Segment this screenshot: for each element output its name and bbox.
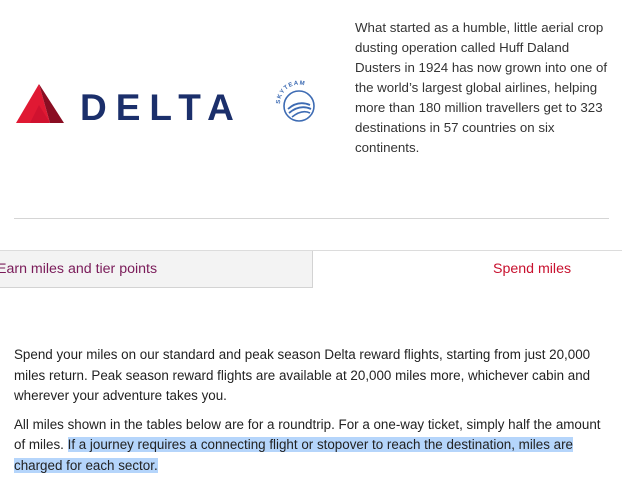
delta-skyteam-logo: DELTA SKYTEAM (14, 78, 324, 134)
skyteam-icon: SKYTEAM (276, 80, 315, 122)
roundtrip-paragraph: All miles shown in the tables below are … (14, 415, 612, 477)
delta-wordmark: DELTA (80, 87, 243, 128)
spend-miles-paragraph: Spend your miles on our standard and pea… (14, 347, 591, 403)
svg-text:SKYTEAM: SKYTEAM (276, 80, 306, 104)
tab-spend-miles[interactable]: Spend miles (313, 251, 622, 288)
tab-earn-miles[interactable]: Earn miles and tier points (0, 251, 313, 288)
selected-text: If a journey requires a connecting fligh… (14, 437, 573, 473)
miles-tabs: Earn miles and tier points Spend miles (0, 250, 622, 289)
skyteam-label: SKYTEAM (276, 80, 305, 104)
divider (14, 218, 609, 219)
spend-miles-content: Spend your miles on our standard and pea… (14, 345, 612, 484)
delta-widget-icon (16, 84, 64, 123)
intro-text: What started as a humble, little aerial … (355, 20, 608, 155)
page: DELTA SKYTEAM What started as a humble, … (0, 0, 622, 492)
